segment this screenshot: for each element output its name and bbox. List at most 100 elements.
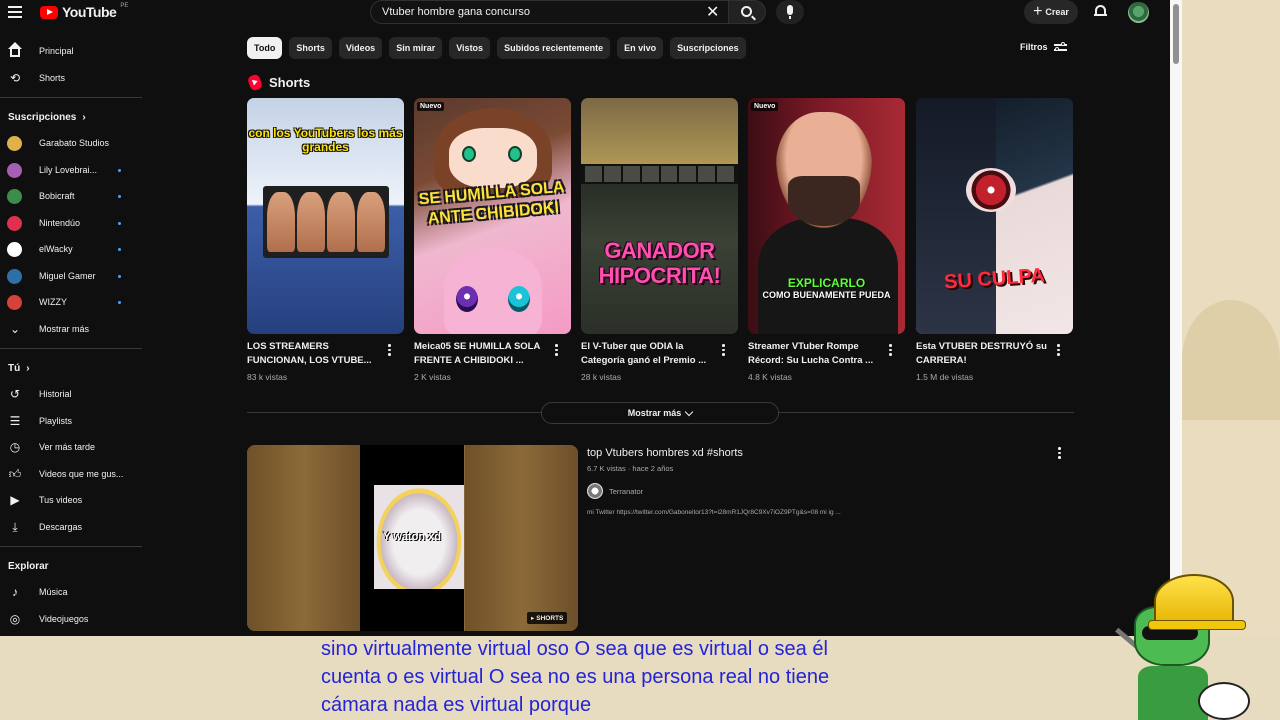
more-options-icon[interactable] [1057, 344, 1060, 358]
sidebar-item-descargas[interactable]: ⤓ Descargas [0, 514, 142, 541]
chip-todo[interactable]: Todo [247, 37, 283, 59]
more-options-icon[interactable] [1058, 447, 1061, 461]
sidebar-subscription-item[interactable]: elWacky [0, 236, 142, 263]
sidebar-subscription-item[interactable]: Nintendúo [0, 210, 142, 237]
sidebar-item-label: Garabato Studios [39, 138, 110, 149]
filter-chips: Todo Shorts Videos Sin mirar Vistos Subidos r… [247, 37, 746, 59]
more-options-icon[interactable] [722, 344, 725, 358]
more-options-icon[interactable] [555, 344, 558, 358]
hard-hat-icon [1148, 574, 1246, 630]
thumbnail-faces [263, 186, 389, 258]
sidebar-item-label: Mostrar más [39, 323, 90, 334]
subscriptions-heading[interactable]: Suscripciones › [0, 104, 142, 130]
sidebar-item-historial[interactable]: ↺ Historial [0, 381, 142, 408]
more-options-icon[interactable] [388, 344, 391, 358]
sidebar-item-label: Lily Lovebrai... [39, 164, 98, 175]
channel-avatar [7, 136, 22, 151]
clear-search-icon[interactable]: ✕ [706, 2, 719, 22]
filters-button[interactable]: Filtros [1020, 42, 1067, 52]
short-card[interactable]: SU CULPA Esta VTUBER DESTRUYÓ su CARRERA… [916, 98, 1073, 382]
chip-shorts[interactable]: Shorts [289, 37, 332, 59]
short-thumbnail[interactable]: EXPLICARLO COMO BUENAMENTE PUEDA Nuevo [748, 98, 905, 334]
sidebar-subscription-item[interactable]: Garabato Studios [0, 130, 142, 157]
youtube-logo[interactable]: YouTube PE [40, 3, 128, 20]
short-card[interactable]: EXPLICARLO COMO BUENAMENTE PUEDA Nuevo S… [748, 98, 905, 382]
you-heading[interactable]: Tú › [0, 355, 142, 381]
sidebar-subscription-item[interactable]: Miguel Gamer [0, 263, 142, 290]
short-thumbnail[interactable]: SE HUMILLA SOLA ANTE CHIBIDOKI Nuevo [414, 98, 571, 334]
sidebar-item-label: Nintendúo [39, 217, 81, 228]
short-views: 1.5 M de vistas [916, 372, 974, 382]
art-eye [462, 146, 476, 162]
video-title[interactable]: top Vtubers hombres xd #shorts [587, 447, 743, 459]
sidebar-subscription-item[interactable]: Lily Lovebrai... [0, 157, 142, 184]
history-icon: ↺ [9, 387, 21, 401]
page-scrollbar[interactable] [1170, 0, 1182, 640]
short-title[interactable]: Meica05 SE HUMILLA SOLA FRENTE A CHIBIDO… [414, 340, 550, 370]
channel-avatar[interactable] [587, 483, 603, 499]
sidebar-item-label: Shorts [39, 72, 66, 83]
chip-videos[interactable]: Videos [338, 37, 383, 59]
channel-name[interactable]: Terranator [609, 487, 643, 496]
sidebar-item-playlists[interactable]: ☰ Playlists [0, 408, 142, 435]
art-hair [916, 98, 996, 334]
chip-en-vivo[interactable]: En vivo [617, 37, 664, 59]
notifications-bell-icon[interactable] [1094, 4, 1107, 18]
create-button[interactable]: + Crear [1024, 0, 1078, 24]
sidebar-item-label: WIZZY [39, 297, 67, 308]
search-button[interactable] [728, 0, 766, 24]
sidebar-item-tus-videos[interactable]: ▶ Tus videos [0, 487, 142, 514]
voice-search-button[interactable] [776, 0, 804, 24]
short-title[interactable]: Streamer VTuber Rompe Récord: Su Lucha C… [748, 340, 884, 370]
sidebar-item-videos-que-me-gus-[interactable]: 👍︎ Videos que me gus... [0, 461, 142, 488]
chip-sin-mirar[interactable]: Sin mirar [389, 37, 443, 59]
art-side-panel [247, 445, 360, 631]
short-views: 4.8 K vistas [748, 372, 792, 382]
sidebar-show-more[interactable]: ⌄ Mostrar más [0, 316, 142, 343]
mascot-character [1112, 570, 1252, 720]
menu-icon[interactable] [8, 6, 22, 18]
sidebar-subscription-item[interactable]: WIZZY [0, 289, 142, 316]
explore-heading-label: Explorar [8, 560, 49, 572]
sidebar-item-label: Playlists [39, 415, 73, 426]
short-title[interactable]: El V-Tuber que ODIA la Categoría ganó el… [581, 340, 717, 370]
chip-suscripciones[interactable]: Suscripciones [670, 37, 746, 59]
sidebar-item-shorts[interactable]: ⟲ Shorts [0, 65, 142, 92]
search-box[interactable] [370, 0, 730, 24]
video-thumbnail[interactable]: Y waton xd ▸ SHORTS [247, 445, 578, 631]
thumbnail-caption: GANADOR HIPOCRITA! [598, 238, 721, 288]
short-views: 2 K vistas [414, 372, 451, 382]
video-description: mi Twitter https://twitter.com/Gaboneito… [587, 509, 841, 516]
search-input[interactable] [382, 6, 682, 18]
more-options-icon[interactable] [889, 344, 892, 358]
sidebar-subscription-item[interactable]: Bobicraft [0, 183, 142, 210]
art-bubble [1198, 682, 1250, 720]
short-thumbnail[interactable]: SU CULPA [916, 98, 1073, 334]
short-card[interactable]: GANADOR HIPOCRITA! El V-Tuber que ODIA l… [581, 98, 738, 382]
sidebar: Principal ⟲ Shorts Suscripciones › Garaba… [0, 38, 142, 632]
chevron-down-icon [685, 407, 694, 416]
plus-icon: + [1033, 3, 1043, 20]
subtitle-overlay: sino virtualmente virtual oso O sea que … [0, 636, 1280, 720]
chip-vistos[interactable]: Vistos [449, 37, 491, 59]
scrollbar-thumb[interactable] [1173, 4, 1179, 64]
show-more-button[interactable]: Mostrar más [541, 402, 779, 424]
sidebar-item-música[interactable]: ♪ Música [0, 579, 142, 606]
short-card[interactable]: SE HUMILLA SOLA ANTE CHIBIDOKI Nuevo Mei… [414, 98, 571, 382]
shorts-icon: ⟲ [9, 70, 21, 85]
sidebar-item-videojuegos[interactable]: ◎ Videojuegos [0, 606, 142, 633]
short-thumbnail[interactable]: con los YouTubers los más grandes [247, 98, 404, 334]
short-thumbnail[interactable]: GANADOR HIPOCRITA! [581, 98, 738, 334]
chip-subidos-recientemente[interactable]: Subidos recientemente [497, 37, 611, 59]
sidebar-item-principal[interactable]: Principal [0, 38, 142, 65]
explore-heading: Explorar [0, 553, 142, 579]
art-body [1138, 666, 1208, 720]
short-title[interactable]: Esta VTUBER DESTRUYÓ su CARRERA! [916, 340, 1052, 370]
video-channel[interactable]: Terranator [587, 483, 643, 499]
short-title[interactable]: LOS STREAMERS FUNCIONAN, LOS VTUBE... [247, 340, 383, 370]
sidebar-item-label: Música [39, 587, 68, 598]
short-card[interactable]: con los YouTubers los más grandes LOS ST… [247, 98, 404, 382]
account-avatar[interactable] [1128, 2, 1149, 23]
sidebar-divider [0, 348, 142, 349]
sidebar-item-ver-más-tarde[interactable]: ◷ Ver más tarde [0, 434, 142, 461]
